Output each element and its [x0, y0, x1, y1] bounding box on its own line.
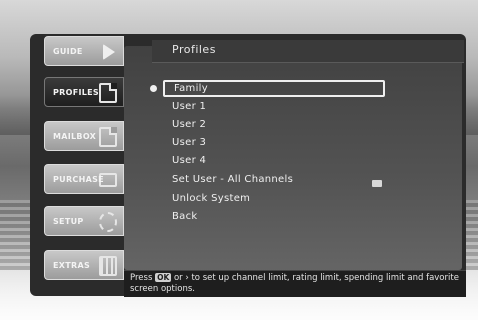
- help-prefix: Press: [130, 273, 153, 283]
- nav-tab-purchase[interactable]: PURCHASE: [44, 164, 124, 194]
- profile-doc-icon: [99, 83, 117, 103]
- nav-tab-mailbox-label: MAILBOX: [53, 131, 97, 141]
- nav-tab-profiles-label: PROFILES: [53, 87, 99, 97]
- nav-tab-profiles[interactable]: PROFILES: [44, 77, 124, 107]
- nav-tab-purchase-label: PURCHASE: [53, 174, 104, 184]
- menu-item-back[interactable]: Back: [172, 209, 197, 225]
- menu-item-family[interactable]: Family: [163, 80, 385, 97]
- gear-icon: [99, 212, 117, 232]
- nav-tab-guide-label: GUIDE: [53, 46, 83, 56]
- grid-icon: [99, 256, 117, 276]
- help-text: Press OK or › to set up channel limit, r…: [130, 273, 460, 295]
- nav-tab-extras[interactable]: EXTRAS: [44, 250, 124, 280]
- ok-key-icon: OK: [155, 273, 172, 282]
- nav-tab-extras-label: EXTRAS: [53, 260, 91, 270]
- menu-item-set-user-all-channels[interactable]: Set User - All Channels: [172, 172, 293, 188]
- menu-item-user-2[interactable]: User 2: [172, 117, 206, 133]
- nav-tab-mailbox[interactable]: MAILBOX: [44, 121, 124, 151]
- menu-item-unlock-system[interactable]: Unlock System: [172, 191, 250, 207]
- page-title: Profiles: [172, 43, 216, 56]
- nav-tab-guide[interactable]: GUIDE: [44, 36, 124, 66]
- lock-icon: [372, 180, 382, 187]
- nav-tab-setup[interactable]: SETUP: [44, 206, 124, 236]
- help-bar: Press OK or › to set up channel limit, r…: [124, 270, 466, 297]
- menu-item-user-3[interactable]: User 3: [172, 135, 206, 151]
- arrow-right-icon: [103, 44, 115, 60]
- mail-doc-icon: [99, 127, 117, 147]
- selection-bullet-icon: [150, 85, 157, 92]
- menu-item-user-4[interactable]: User 4: [172, 153, 206, 169]
- nav-tab-setup-label: SETUP: [53, 216, 84, 226]
- help-suffix: or › to set up channel limit, rating lim…: [130, 273, 459, 294]
- menu-item-user-1[interactable]: User 1: [172, 99, 206, 115]
- title-bar: Profiles: [152, 40, 464, 63]
